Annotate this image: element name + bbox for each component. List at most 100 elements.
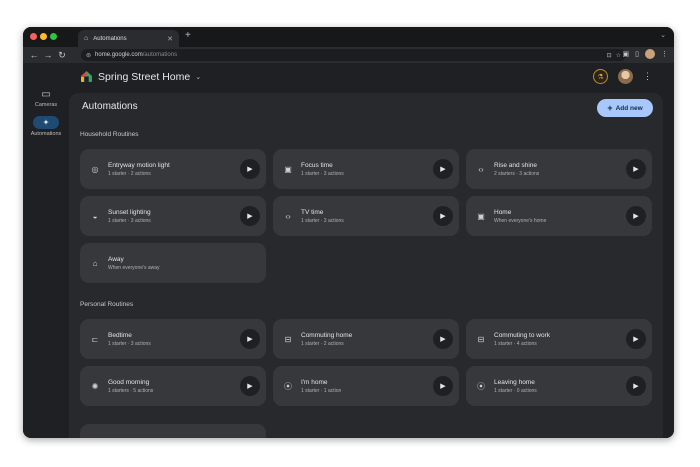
play-icon[interactable]: ▶ [240, 206, 260, 226]
url-path: /automations [142, 52, 178, 58]
routine-summary: 1 starter · 4 actions [494, 340, 537, 347]
routine-name: Home [494, 208, 512, 216]
sidepanel-icon[interactable]: ▯ [635, 50, 639, 58]
routine-name: Leaving home [494, 378, 535, 386]
tab-search-chevron-icon[interactable]: ⌄ [660, 31, 666, 39]
navigation-rail: ▭ Cameras ✦ Automations [23, 63, 69, 438]
user-avatar[interactable] [618, 69, 633, 84]
code-icon: ‹› [478, 164, 484, 174]
routine-summary: 1 starters · 5 actions [108, 387, 154, 394]
close-window-button[interactable] [30, 33, 37, 40]
routine-summary: 1 starter · 1 action [301, 387, 342, 394]
routine-name: Good morning [108, 378, 150, 386]
routine-card[interactable]: ‹› TV time 1 starter · 3 actions ▶ [273, 196, 459, 236]
rail-label-automations: Automations [30, 131, 62, 137]
browser-menu-icon[interactable]: ⋮ [661, 50, 668, 58]
play-icon[interactable]: ▶ [626, 376, 646, 396]
chevron-down-icon: ⌄ [195, 73, 202, 81]
bookmark-star-icon[interactable]: ☆ [616, 52, 621, 59]
rail-label-cameras: Cameras [34, 102, 58, 108]
routine-name: Rise and shine [494, 161, 537, 169]
play-icon[interactable]: ▶ [240, 376, 260, 396]
routine-card[interactable]: ▣ Home When everyone's home ▶ [466, 196, 652, 236]
browser-window: ⌂ Automations ✕ + ⌄ ← → ↻ ⊜ home.google.… [23, 27, 674, 438]
routine-name: I'm home [301, 378, 328, 386]
address-bar[interactable]: ⊜ home.google.com/automations ⊡ ☆ [81, 49, 626, 61]
home-switcher[interactable]: Spring Street Home ⌄ [80, 70, 201, 83]
routine-summary: 1 starter · 2 actions [301, 340, 344, 347]
routine-card[interactable]: ‹› Rise and shine 2 starters · 3 actions … [466, 149, 652, 189]
routine-card[interactable]: ⊟ Commuting to work 1 starter · 4 actions… [466, 319, 652, 359]
maximize-window-button[interactable] [50, 33, 57, 40]
routine-card[interactable]: ⊟ Commuting home 1 starter · 2 actions ▶ [273, 319, 459, 359]
add-new-button[interactable]: + Add new [597, 99, 653, 117]
routine-summary: 2 starters · 3 actions [494, 170, 540, 177]
play-icon[interactable]: ▶ [626, 206, 646, 226]
routine-card-partial[interactable] [80, 424, 266, 438]
routine-name: Away [108, 255, 124, 263]
routine-card[interactable]: ◒ Sunset lighting 1 starter · 3 actions ▶ [80, 196, 266, 236]
sparkle-icon: ✦ [33, 116, 59, 129]
url-host: home.google.com [95, 52, 143, 58]
google-home-app: ▭ Cameras ✦ Automations Spring Street Ho… [23, 63, 674, 438]
minimize-window-button[interactable] [40, 33, 47, 40]
routine-summary: When everyone's away [108, 264, 160, 271]
new-tab-button[interactable]: + [185, 30, 191, 41]
back-arrow-icon[interactable]: ← [27, 50, 41, 60]
extension-icon[interactable]: ▣ [623, 50, 630, 58]
routine-summary: 1 starter · 3 actions [301, 170, 344, 177]
routine-card[interactable]: ⦿ I'm home 1 starter · 1 action ▶ [273, 366, 459, 406]
url-text: home.google.com/automations [95, 52, 603, 58]
install-app-icon[interactable]: ⊡ [607, 52, 612, 59]
section-label-household: Household Routines [80, 131, 139, 138]
bed-icon: ⊏ [91, 334, 99, 344]
routine-card[interactable]: ◎ Entryway motion light 1 starter · 2 act… [80, 149, 266, 189]
play-icon[interactable]: ▶ [626, 329, 646, 349]
play-icon[interactable]: ▶ [626, 159, 646, 179]
play-icon[interactable]: ▶ [433, 159, 453, 179]
section-label-personal: Personal Routines [80, 301, 134, 308]
tab-bar: ⌂ Automations ✕ + ⌄ [23, 27, 674, 47]
close-tab-icon[interactable]: ✕ [167, 35, 173, 43]
routine-card[interactable]: ✺ Good morning 1 starters · 5 actions ▶ [80, 366, 266, 406]
play-icon[interactable]: ▶ [240, 329, 260, 349]
play-icon[interactable]: ▶ [433, 329, 453, 349]
speaker-icon: ▣ [477, 211, 485, 221]
rail-item-cameras[interactable]: ▭ Cameras [23, 89, 69, 108]
car-icon: ⊟ [284, 334, 292, 344]
speaker-icon: ▣ [284, 164, 292, 174]
site-info-icon[interactable]: ⊜ [86, 52, 91, 59]
play-icon[interactable]: ▶ [433, 376, 453, 396]
automations-panel: Automations + Add new Household Routines… [69, 93, 663, 438]
routine-summary: 1 starter · 3 actions [108, 340, 151, 347]
plus-icon: + [607, 103, 613, 113]
home-name: Spring Street Home [98, 70, 191, 83]
browser-toolbar: ← → ↻ ⊜ home.google.com/automations ⊡ ☆ … [23, 47, 674, 63]
reload-icon[interactable]: ↻ [55, 50, 69, 61]
code-icon: ‹› [285, 211, 291, 221]
location-icon: ⦿ [477, 381, 485, 391]
forward-arrow-icon[interactable]: → [41, 50, 55, 60]
routine-card[interactable]: ⊏ Bedtime 1 starter · 3 actions ▶ [80, 319, 266, 359]
play-icon[interactable]: ▶ [433, 206, 453, 226]
routine-name: Focus time [301, 161, 333, 169]
routine-card[interactable]: ▣ Focus time 1 starter · 3 actions ▶ [273, 149, 459, 189]
routine-name: Commuting home [301, 331, 353, 339]
sunset-icon: ◒ [92, 211, 98, 221]
routine-name: Entryway motion light [108, 161, 170, 169]
more-options-icon[interactable]: ⋮ [643, 71, 652, 82]
routine-card[interactable]: ⌂ Away When everyone's away [80, 243, 266, 283]
routine-card[interactable]: ⦿ Leaving home 1 starter · 0 actions ▶ [466, 366, 652, 406]
routine-name: Commuting to work [494, 331, 550, 339]
sun-icon: ✺ [91, 381, 99, 391]
rail-item-automations[interactable]: ✦ Automations [23, 116, 69, 137]
routine-summary: 1 starter · 3 actions [108, 217, 151, 224]
tab-title: Automations [93, 35, 127, 42]
motion-sensor-icon: ◎ [91, 164, 99, 174]
routine-name: TV time [301, 208, 324, 216]
play-icon[interactable]: ▶ [240, 159, 260, 179]
labs-flask-icon[interactable]: ⚗ [593, 69, 608, 84]
profile-avatar[interactable] [645, 49, 655, 59]
browser-tab[interactable]: ⌂ Automations ✕ [78, 30, 179, 47]
car-icon: ⊟ [477, 334, 485, 344]
